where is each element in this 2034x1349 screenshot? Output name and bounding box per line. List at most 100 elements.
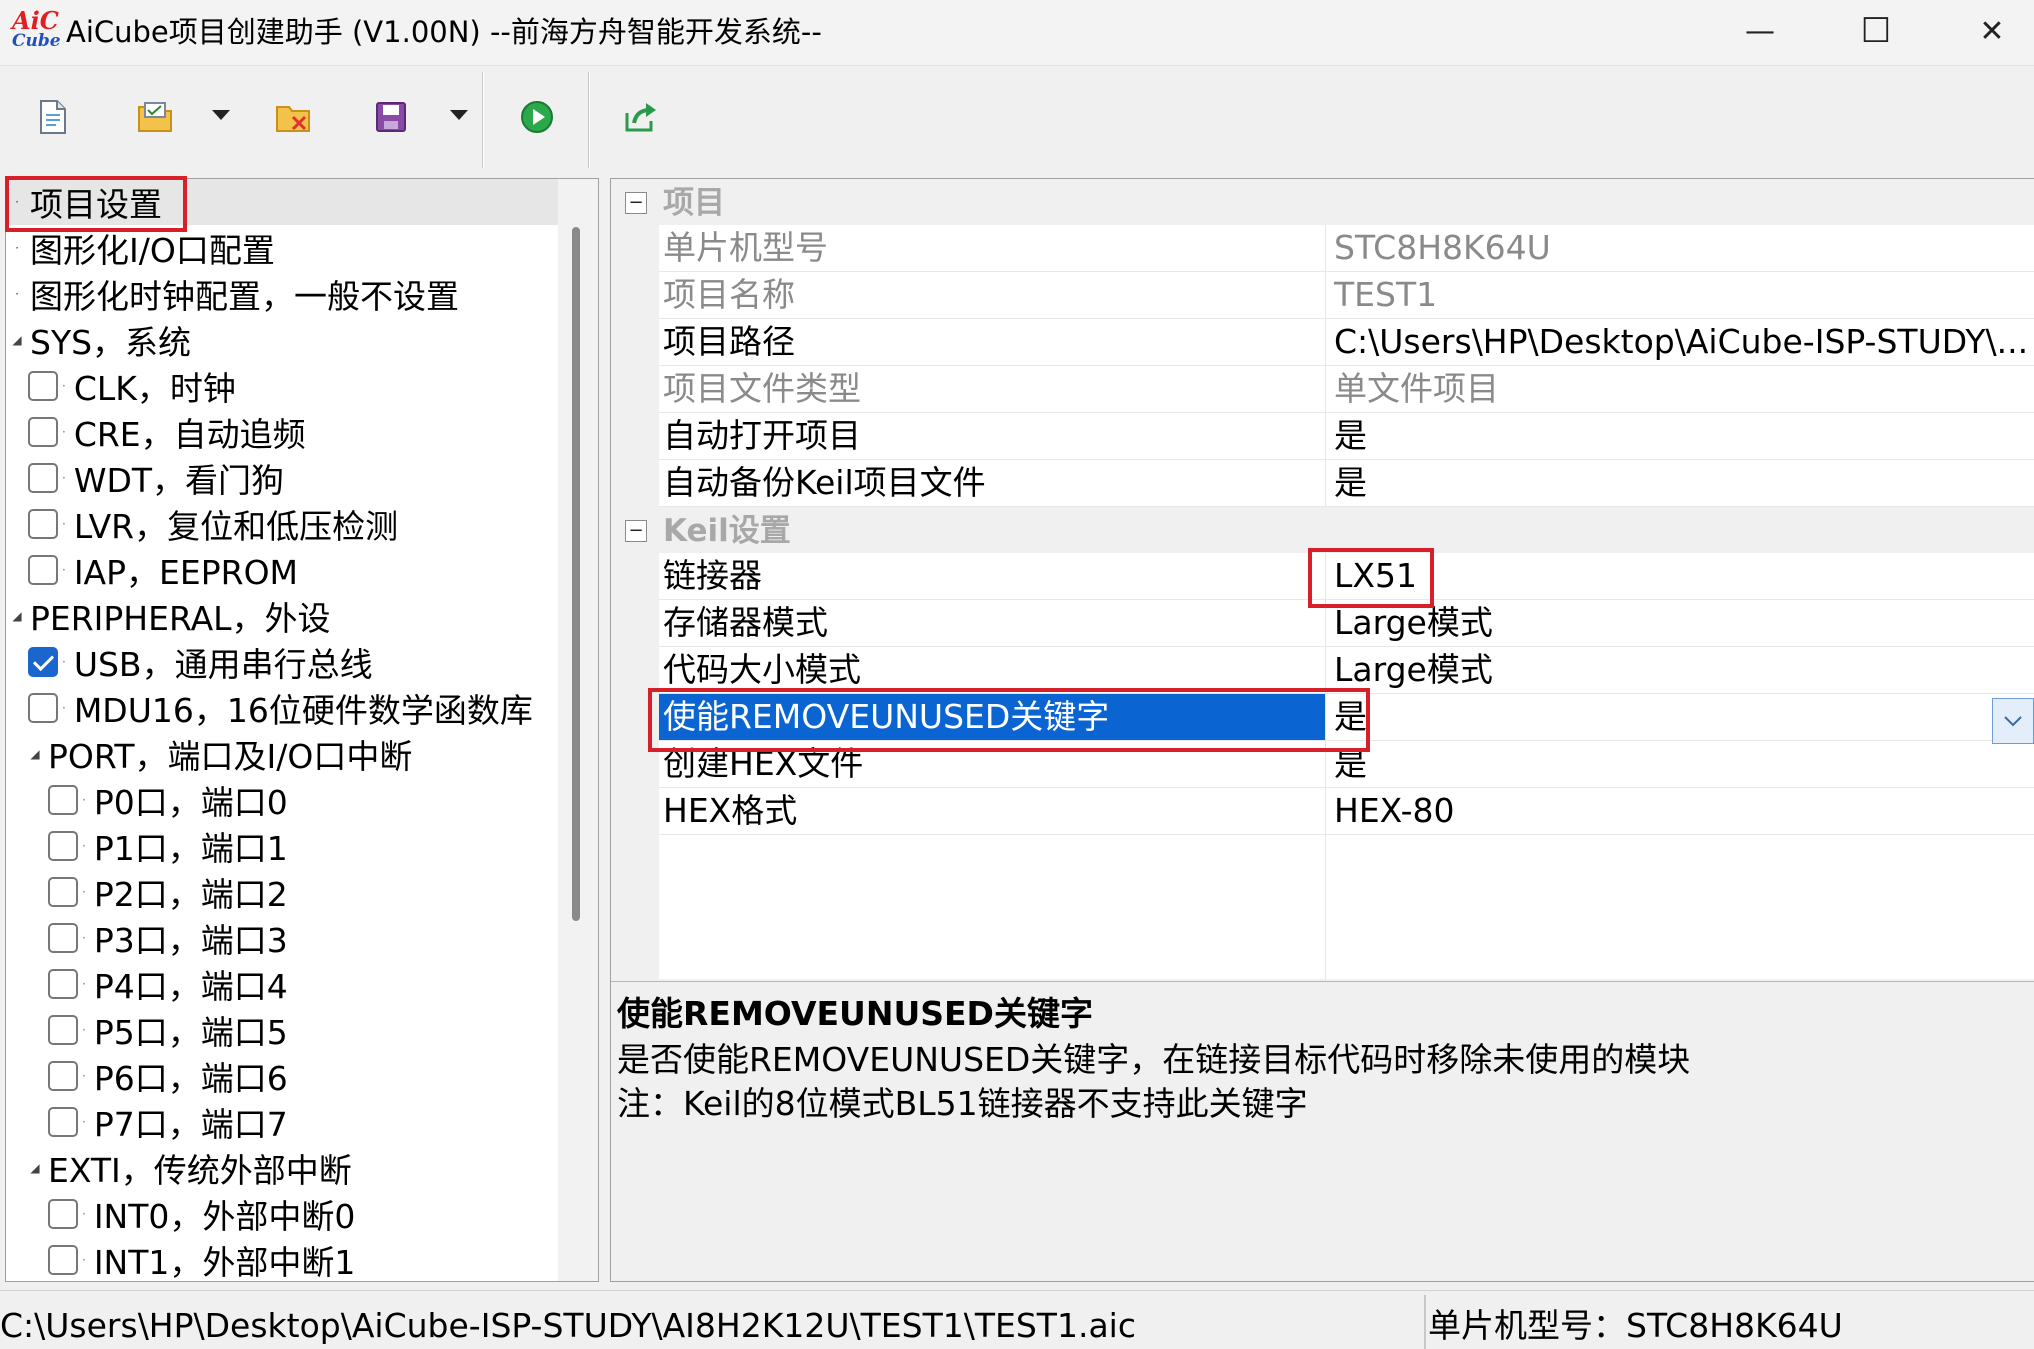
checkbox[interactable] (28, 417, 58, 447)
prop-row-project-file-type[interactable]: 项目文件类型 单文件项目 (659, 366, 2034, 413)
new-file-button[interactable] (30, 94, 76, 140)
tree-item-p3[interactable]: · P3口，端口3 (48, 915, 288, 961)
checkbox[interactable] (48, 969, 78, 999)
save-dropdown-arrow[interactable] (450, 110, 468, 120)
checkbox[interactable] (28, 371, 58, 401)
checkbox[interactable] (48, 1245, 78, 1275)
prop-row-memory-model[interactable]: 存储器模式 Large模式 (659, 600, 2034, 647)
checkbox-checked[interactable] (28, 647, 58, 677)
value-dropdown-button[interactable] (1992, 698, 2034, 744)
tree-group-sys[interactable]: ◢ SYS，系统 (6, 317, 191, 363)
tree-node-icon: · (62, 563, 66, 577)
prop-row-removeunused[interactable]: 使能REMOVEUNUSED关键字 是 (659, 694, 2034, 741)
prop-value[interactable]: 是 (1326, 413, 2034, 459)
tree-item-int1[interactable]: · INT1，外部中断1 (48, 1237, 355, 1281)
prop-value[interactable]: HEX-80 (1326, 788, 2034, 834)
tree-item-mdu16[interactable]: · MDU16，16位硬件数学函数库 (28, 685, 533, 731)
tree-item-label: P5口，端口5 (93, 1013, 288, 1052)
prop-value[interactable]: 是 (1326, 741, 2034, 787)
tree-node-icon: · (82, 1115, 86, 1129)
description-text: 是否使能REMOVEUNUSED关键字，在链接目标代码时移除未使用的模块 (617, 1040, 1691, 1079)
checkbox[interactable] (28, 693, 58, 723)
tree-item-clock-config[interactable]: · 图形化时钟配置，一般不设置 (6, 271, 459, 317)
run-button[interactable] (514, 94, 560, 140)
tree-item-wdt[interactable]: · WDT，看门狗 (28, 455, 284, 501)
prop-row-create-hex[interactable]: 创建HEX文件 是 (659, 741, 2034, 788)
checkbox[interactable] (48, 1199, 78, 1229)
checkbox[interactable] (28, 555, 58, 585)
prop-value-combo[interactable]: 是 (1326, 694, 2034, 740)
tree-item-io-config[interactable]: · 图形化I/O口配置 (6, 225, 275, 271)
expand-icon[interactable]: ◢ (28, 1161, 42, 1175)
checkbox[interactable] (48, 1107, 78, 1137)
tree-group-exti[interactable]: ◢ EXTI，传统外部中断 (28, 1145, 351, 1191)
prop-value[interactable]: C:\Users\HP\Desktop\AiCube-ISP-STUDY\... (1326, 319, 2034, 365)
prop-row-project-path[interactable]: 项目路径 C:\Users\HP\Desktop\AiCube-ISP-STUD… (659, 319, 2034, 366)
status-chip-model: 单片机型号：STC8H8K64U (1428, 1306, 1843, 1345)
prop-name: 创建HEX文件 (663, 744, 864, 783)
expand-icon[interactable]: ◢ (10, 609, 24, 623)
collapse-icon[interactable]: − (625, 520, 647, 542)
prop-row-code-size-model[interactable]: 代码大小模式 Large模式 (659, 647, 2034, 694)
prop-row-hex-format[interactable]: HEX格式 HEX-80 (659, 788, 2034, 835)
tree-item-label: CLK，时钟 (73, 369, 236, 408)
tree-item-p2[interactable]: · P2口，端口2 (48, 869, 288, 915)
prop-row-auto-backup[interactable]: 自动备份Keil项目文件 是 (659, 460, 2034, 507)
checkbox[interactable] (48, 923, 78, 953)
minimize-button[interactable]: — (1702, 0, 1818, 62)
tree-item-int0[interactable]: · INT0，外部中断0 (48, 1191, 355, 1237)
category-keil[interactable]: − Keil设置 (611, 507, 2034, 553)
prop-value[interactable]: Large模式 (1326, 647, 2034, 693)
expand-icon[interactable]: ◢ (28, 747, 42, 761)
tree-item-p5[interactable]: · P5口，端口5 (48, 1007, 288, 1053)
prop-value[interactable]: LX51 (1326, 553, 2034, 599)
tree-item-cre[interactable]: · CRE，自动追频 (28, 409, 306, 455)
tree-scrollbar-thumb[interactable] (572, 227, 580, 921)
checkbox[interactable] (28, 463, 58, 493)
tree-item-lvr[interactable]: · LVR，复位和低压检测 (28, 501, 398, 547)
tree-item-usb[interactable]: · USB，通用串行总线 (28, 639, 373, 685)
tree-item-label: 图形化时钟配置，一般不设置 (30, 277, 459, 316)
open-dropdown-arrow[interactable] (212, 110, 230, 120)
open-project-button[interactable] (132, 94, 178, 140)
checkbox[interactable] (28, 509, 58, 539)
prop-value: STC8H8K64U (1334, 228, 1551, 267)
title-bar: AiC Cube AiCube项目创建助手 (V1.00N) --前海方舟智能开… (0, 0, 2034, 66)
checkbox[interactable] (48, 877, 78, 907)
close-project-button[interactable] (270, 94, 316, 140)
tree-item-p1[interactable]: · P1口，端口1 (48, 823, 288, 869)
tree-item-iap[interactable]: · IAP，EEPROM (28, 547, 298, 593)
export-button[interactable] (618, 94, 664, 140)
prop-row-chip-model[interactable]: 单片机型号 STC8H8K64U (659, 225, 2034, 272)
expand-icon[interactable]: ◢ (10, 333, 24, 347)
checkbox[interactable] (48, 831, 78, 861)
collapse-icon[interactable]: − (625, 192, 647, 214)
tree-item-p4[interactable]: · P4口，端口4 (48, 961, 288, 1007)
tree-item-label: WDT，看门狗 (73, 461, 285, 500)
description-pane: 使能REMOVEUNUSED关键字 是否使能REMOVEUNUSED关键字，在链… (611, 981, 2034, 1281)
save-icon (376, 102, 406, 132)
maximize-button[interactable]: ☐ (1818, 0, 1934, 62)
checkbox[interactable] (48, 1061, 78, 1091)
close-button[interactable]: ✕ (1934, 0, 2034, 62)
prop-name: HEX格式 (663, 791, 798, 830)
tree-item-clk[interactable]: · CLK，时钟 (28, 363, 236, 409)
tree-item-project-settings[interactable]: · 项目设置 (6, 179, 558, 225)
prop-row-linker[interactable]: 链接器 LX51 (659, 553, 2034, 600)
tree-group-peripheral[interactable]: ◢ PERIPHERAL，外设 (6, 593, 330, 639)
tree-item-p7[interactable]: · P7口，端口7 (48, 1099, 288, 1145)
save-button[interactable] (368, 94, 414, 140)
tree-node-icon: · (15, 195, 19, 209)
prop-value[interactable]: Large模式 (1326, 600, 2034, 646)
chevron-down-icon (2004, 716, 2022, 727)
tree-item-p6[interactable]: · P6口，端口6 (48, 1053, 288, 1099)
checkbox[interactable] (48, 785, 78, 815)
prop-value[interactable]: 是 (1326, 460, 2034, 506)
checkbox[interactable] (48, 1015, 78, 1045)
project-tree-panel: · 项目设置 · 图形化I/O口配置 · 图形化时钟配置，一般不设置 ◢ SYS，系统 … (5, 178, 599, 1282)
category-project[interactable]: − 项目 (611, 179, 2034, 225)
prop-row-project-name[interactable]: 项目名称 TEST1 (659, 272, 2034, 319)
tree-group-port[interactable]: ◢ PORT，端口及I/O口中断 (28, 731, 412, 777)
tree-item-p0[interactable]: · P0口，端口0 (48, 777, 288, 823)
prop-row-auto-open[interactable]: 自动打开项目 是 (659, 413, 2034, 460)
